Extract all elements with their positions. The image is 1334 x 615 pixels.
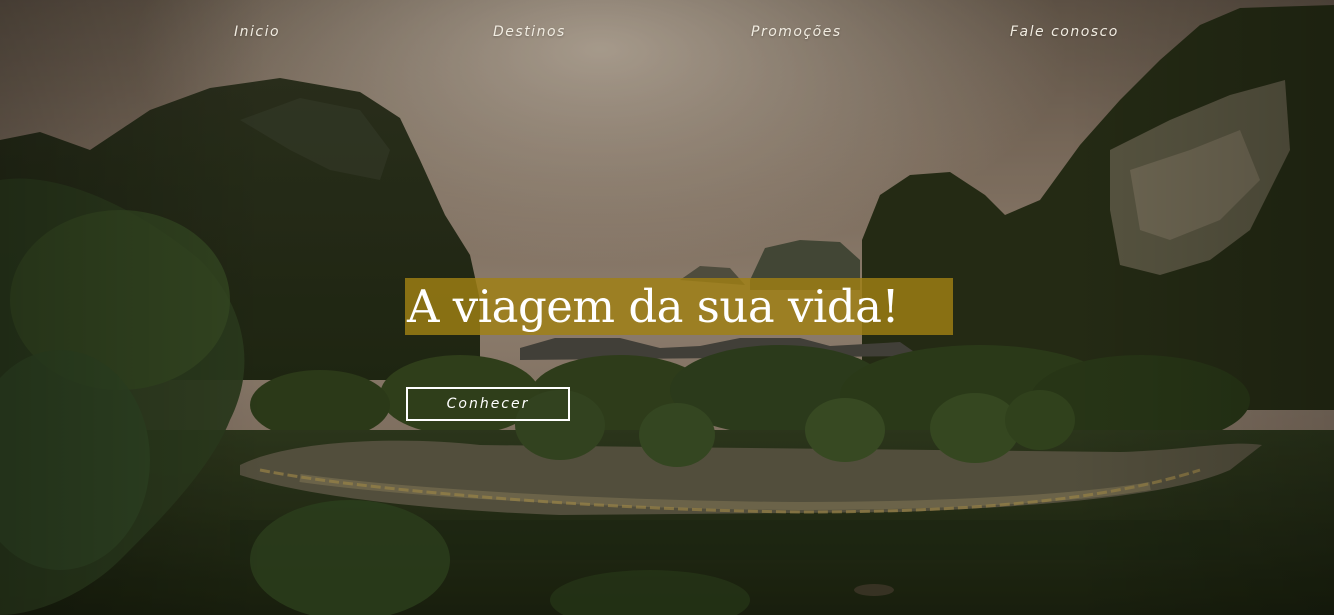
main-nav: Inicio Destinos Promoções Fale conosco	[0, 0, 1334, 70]
nav-link-fale-conosco[interactable]: Fale conosco	[1010, 24, 1119, 40]
nav-link-promocoes[interactable]: Promoções	[751, 24, 842, 40]
nav-link-destinos[interactable]: Destinos	[493, 24, 566, 40]
hero-headline: A viagem da sua vida!	[405, 278, 953, 335]
conhecer-button[interactable]: Conhecer	[406, 387, 570, 421]
hero-section: Inicio Destinos Promoções Fale conosco A…	[0, 0, 1334, 615]
nav-link-inicio[interactable]: Inicio	[234, 24, 280, 40]
